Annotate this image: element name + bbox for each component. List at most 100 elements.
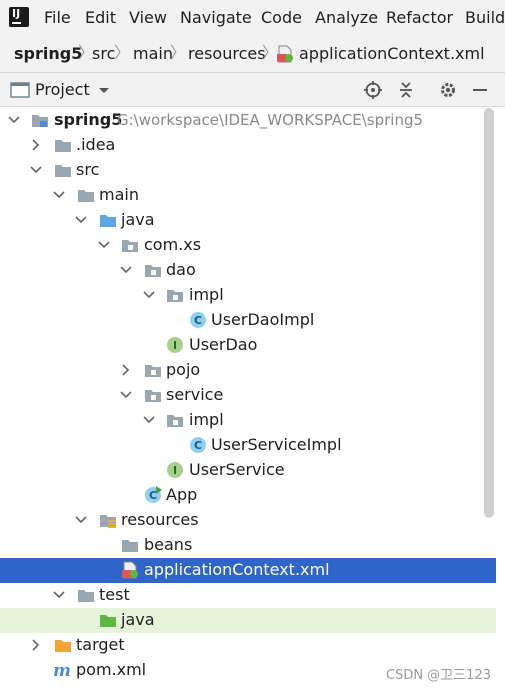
folder-icon bbox=[78, 190, 94, 202]
chevron-down-icon[interactable] bbox=[141, 412, 157, 428]
chevron-down-icon[interactable] bbox=[6, 112, 22, 128]
tree-node-beans[interactable]: beans bbox=[0, 533, 496, 558]
tree-label: src bbox=[76, 160, 100, 179]
tree-label: spring5 bbox=[54, 110, 123, 129]
tree-node-dao[interactable]: dao bbox=[0, 258, 496, 283]
tree-node-target[interactable]: target bbox=[0, 633, 496, 658]
tree-node-com-xs[interactable]: com.xs bbox=[0, 233, 496, 258]
menu-view[interactable]: View bbox=[129, 9, 167, 27]
chevron-down-icon[interactable] bbox=[96, 237, 112, 253]
tree-node-test-java[interactable]: java bbox=[0, 608, 496, 633]
package-icon bbox=[122, 240, 138, 252]
menu-analyze[interactable]: Analyze bbox=[315, 9, 378, 27]
tree-label: App bbox=[166, 485, 198, 504]
tree-label: beans bbox=[144, 535, 193, 554]
chevron-down-icon[interactable] bbox=[51, 187, 67, 203]
breadcrumb-separator-icon: 〉 bbox=[114, 43, 131, 62]
breadcrumb-resources[interactable]: resources bbox=[188, 45, 266, 63]
chevron-down-icon[interactable] bbox=[118, 387, 134, 403]
tree-node-dao-impl[interactable]: impl bbox=[0, 283, 496, 308]
minimize-icon[interactable] bbox=[470, 80, 490, 100]
locate-file-icon[interactable] bbox=[363, 80, 383, 100]
intellij-logo-icon: IJ bbox=[7, 5, 31, 29]
breadcrumb-separator-icon: 〉 bbox=[170, 43, 187, 62]
menu-build[interactable]: Build bbox=[465, 9, 505, 27]
tree-node-service-impl[interactable]: impl bbox=[0, 408, 496, 433]
tree-label: applicationContext.xml bbox=[144, 560, 330, 579]
project-tree: spring5 G:\workspace\IDEA_WORKSPACE\spri… bbox=[0, 107, 505, 688]
project-panel-title[interactable]: Project bbox=[35, 81, 90, 99]
menu-navigate[interactable]: Navigate bbox=[180, 9, 252, 27]
package-icon bbox=[167, 415, 183, 427]
breadcrumb-src[interactable]: src bbox=[92, 45, 115, 63]
xml-config-icon bbox=[122, 561, 138, 579]
package-icon bbox=[145, 365, 161, 377]
breadcrumb: spring5 〉 src 〉 main 〉 resources 〉 appli… bbox=[0, 36, 505, 73]
class-icon: C bbox=[190, 312, 206, 328]
tree-node-main[interactable]: main bbox=[0, 183, 496, 208]
chevron-down-icon[interactable] bbox=[118, 262, 134, 278]
tree-node-userdao[interactable]: I UserDao bbox=[0, 333, 496, 358]
excluded-folder-icon bbox=[55, 640, 71, 652]
menu-code[interactable]: Code bbox=[261, 9, 302, 27]
breadcrumb-project[interactable]: spring5 bbox=[14, 45, 82, 63]
vertical-scrollbar[interactable] bbox=[484, 108, 494, 518]
tree-node-src[interactable]: src bbox=[0, 158, 496, 183]
svg-text:C: C bbox=[194, 439, 202, 452]
tree-node-test[interactable]: test bbox=[0, 583, 496, 608]
tree-node-userservice[interactable]: I UserService bbox=[0, 458, 496, 483]
folder-icon bbox=[55, 165, 71, 177]
tree-node-app[interactable]: C App bbox=[0, 483, 496, 508]
tree-node-userserviceimpl[interactable]: C UserServiceImpl bbox=[0, 433, 496, 458]
tree-node-applicationcontext[interactable]: applicationContext.xml bbox=[0, 558, 496, 583]
tree-node-spring5[interactable]: spring5 G:\workspace\IDEA_WORKSPACE\spri… bbox=[0, 108, 496, 133]
chevron-down-icon[interactable] bbox=[28, 162, 44, 178]
chevron-down-icon[interactable] bbox=[141, 287, 157, 303]
breadcrumb-main[interactable]: main bbox=[133, 45, 173, 63]
menu-refactor[interactable]: Refactor bbox=[386, 9, 453, 27]
interface-icon: I bbox=[167, 462, 183, 478]
gear-icon[interactable] bbox=[438, 80, 458, 100]
chevron-right-icon[interactable] bbox=[28, 637, 44, 653]
test-source-folder-icon bbox=[100, 615, 116, 627]
chevron-down-icon[interactable] bbox=[73, 512, 89, 528]
project-path: G:\workspace\IDEA_WORKSPACE\spring5 bbox=[117, 111, 424, 129]
tree-node-pojo[interactable]: pojo bbox=[0, 358, 496, 383]
svg-text:C: C bbox=[149, 489, 157, 502]
tree-label: resources bbox=[121, 510, 199, 529]
tree-node-idea[interactable]: .idea bbox=[0, 133, 496, 158]
svg-text:C: C bbox=[194, 314, 202, 327]
menu-edit[interactable]: Edit bbox=[85, 9, 116, 27]
module-folder-icon bbox=[32, 115, 48, 127]
class-icon: C bbox=[190, 437, 206, 453]
chevron-down-icon[interactable] bbox=[51, 587, 67, 603]
menu-file[interactable]: File bbox=[44, 9, 71, 27]
tree-label: service bbox=[166, 385, 224, 404]
tree-label: UserService bbox=[189, 460, 285, 479]
tree-node-userdaoimpl[interactable]: C UserDaoImpl bbox=[0, 308, 496, 333]
tree-node-resources[interactable]: resources bbox=[0, 508, 496, 533]
tree-label: java bbox=[121, 210, 155, 229]
svg-text:I: I bbox=[173, 464, 177, 477]
interface-icon: I bbox=[167, 337, 183, 353]
chevron-right-icon[interactable] bbox=[118, 362, 134, 378]
package-icon bbox=[145, 390, 161, 402]
package-icon bbox=[167, 290, 183, 302]
chevron-right-icon[interactable] bbox=[28, 137, 44, 153]
tree-label: main bbox=[99, 185, 139, 204]
tree-node-java[interactable]: java bbox=[0, 208, 496, 233]
tree-node-service[interactable]: service bbox=[0, 383, 496, 408]
chevron-down-icon[interactable] bbox=[73, 212, 89, 228]
tree-label: impl bbox=[189, 285, 224, 304]
tree-label: UserDaoImpl bbox=[211, 310, 315, 329]
collapse-all-icon[interactable] bbox=[396, 80, 416, 100]
tree-label: com.xs bbox=[144, 235, 202, 254]
tree-label: pom.xml bbox=[76, 660, 147, 679]
tree-label: UserServiceImpl bbox=[211, 435, 342, 454]
tree-label: dao bbox=[166, 260, 196, 279]
tree-label: java bbox=[121, 610, 155, 629]
breadcrumb-file[interactable]: applicationContext.xml bbox=[299, 45, 485, 63]
tree-label: pojo bbox=[166, 360, 201, 379]
folder-icon bbox=[55, 140, 71, 152]
chevron-down-icon[interactable] bbox=[94, 80, 114, 100]
